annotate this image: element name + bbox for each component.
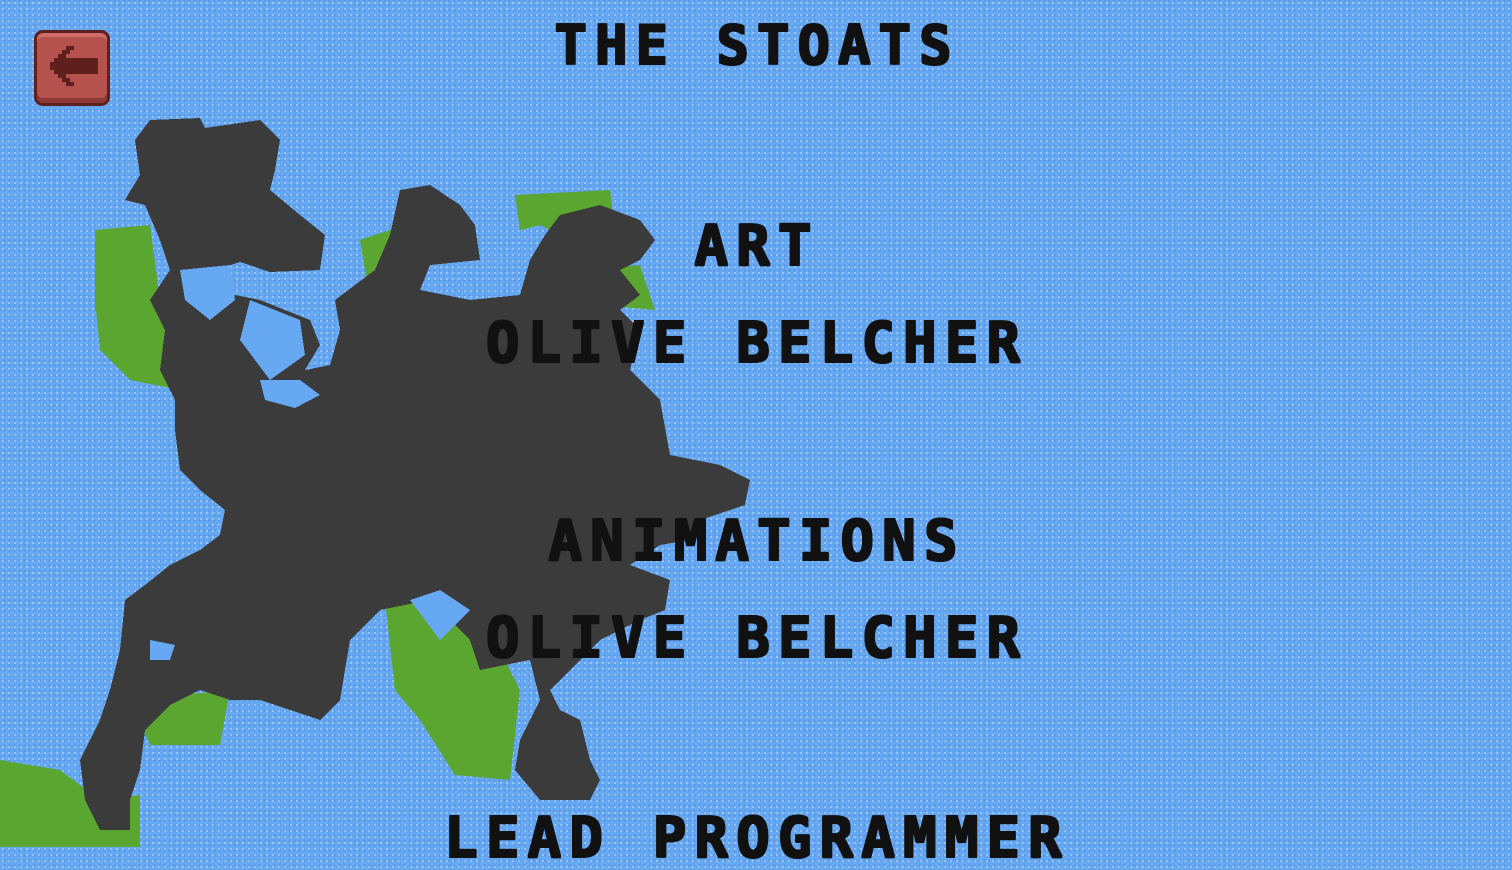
credit-name-art: OLIVE BELCHER [484,310,1028,375]
credit-name-animations: OLIVE BELCHER [484,605,1028,670]
world-map [0,118,750,847]
credit-role-animations: ANIMATIONS [547,508,965,573]
credit-role-lead-programmer: LEAD PROGRAMMER [443,805,1069,870]
credit-role-art: ART [693,213,819,278]
credits-title: THE STOATS [553,13,959,76]
